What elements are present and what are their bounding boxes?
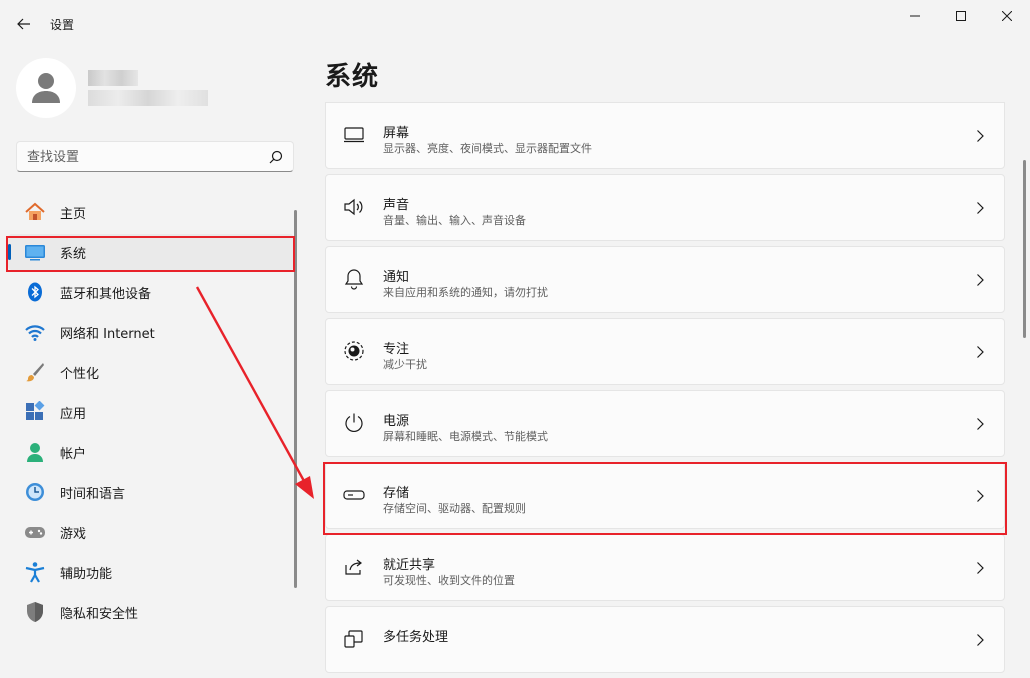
maximize-button[interactable]: [938, 0, 984, 32]
sidebar-item-personalization[interactable]: 个性化: [8, 354, 294, 390]
card-power[interactable]: 电源 屏幕和睡眠、电源模式、节能模式: [325, 390, 1005, 457]
user-name-redacted: [88, 70, 138, 86]
gamepad-icon: [24, 521, 46, 543]
card-focus[interactable]: 专注 减少干扰: [325, 318, 1005, 385]
brush-icon: [24, 361, 46, 383]
speaker-icon: [342, 195, 366, 219]
search-input[interactable]: [27, 148, 257, 166]
user-email-redacted: [88, 90, 208, 106]
wifi-icon: [24, 321, 46, 343]
window-controls: [892, 0, 1030, 32]
display-icon: [342, 123, 366, 147]
chevron-right-icon: [977, 418, 984, 430]
close-button[interactable]: [984, 0, 1030, 32]
sidebar-item-accounts[interactable]: 帐户: [8, 434, 294, 470]
chevron-right-icon: [977, 202, 984, 214]
bell-icon: [342, 267, 366, 291]
chevron-right-icon: [977, 562, 984, 574]
user-icon: [32, 73, 60, 103]
highlight-box-storage: [323, 462, 1007, 535]
card-multitasking[interactable]: 多任务处理: [325, 606, 1005, 673]
back-arrow-icon: [17, 18, 30, 30]
chevron-right-icon: [977, 634, 984, 646]
account-icon: [24, 441, 46, 463]
avatar: [16, 58, 76, 118]
sidebar-item-home[interactable]: 主页: [8, 194, 294, 230]
share-icon: [342, 555, 366, 579]
back-button[interactable]: [12, 12, 36, 36]
shield-icon: [24, 601, 46, 623]
page-title: 系统: [325, 62, 380, 92]
close-icon: [1002, 11, 1012, 21]
maximize-icon: [956, 11, 966, 21]
settings-card-list: 屏幕 显示器、亮度、夜间模式、显示器配置文件 声音 音量、输出、输入、声音设备 …: [325, 102, 1005, 678]
title-bar: 设置: [0, 0, 1030, 48]
multitask-icon: [342, 627, 366, 651]
chevron-right-icon: [977, 274, 984, 286]
card-sound[interactable]: 声音 音量、输出、输入、声音设备: [325, 174, 1005, 241]
focus-icon: [342, 339, 366, 363]
user-profile[interactable]: [16, 58, 296, 118]
settings-search[interactable]: [16, 141, 294, 172]
minimize-button[interactable]: [892, 0, 938, 32]
power-icon: [342, 411, 366, 435]
sidebar-item-privacy[interactable]: 隐私和安全性: [8, 594, 294, 630]
sidebar-item-accessibility[interactable]: 辅助功能: [8, 554, 294, 590]
search-icon[interactable]: [269, 150, 283, 164]
app-title: 设置: [50, 18, 75, 32]
card-notifications[interactable]: 通知 来自应用和系统的通知，请勿打扰: [325, 246, 1005, 313]
sidebar-item-time-language[interactable]: 时间和语言: [8, 474, 294, 510]
chevron-right-icon: [977, 130, 984, 142]
sidebar-item-network[interactable]: 网络和 Internet: [8, 314, 294, 350]
highlight-box-system: [6, 236, 295, 272]
home-icon: [24, 201, 46, 223]
sidebar-item-apps[interactable]: 应用: [8, 394, 294, 430]
content-scrollbar[interactable]: [1023, 160, 1026, 338]
card-display[interactable]: 屏幕 显示器、亮度、夜间模式、显示器配置文件: [325, 102, 1005, 169]
time-language-icon: [24, 481, 46, 503]
minimize-icon: [910, 15, 920, 17]
card-nearby-sharing[interactable]: 就近共享 可发现性、收到文件的位置: [325, 534, 1005, 601]
accessibility-icon: [24, 561, 46, 583]
chevron-right-icon: [977, 346, 984, 358]
apps-icon: [24, 401, 46, 423]
sidebar-item-gaming[interactable]: 游戏: [8, 514, 294, 550]
sidebar-item-bluetooth[interactable]: 蓝牙和其他设备: [8, 274, 294, 310]
bluetooth-icon: [24, 281, 46, 303]
